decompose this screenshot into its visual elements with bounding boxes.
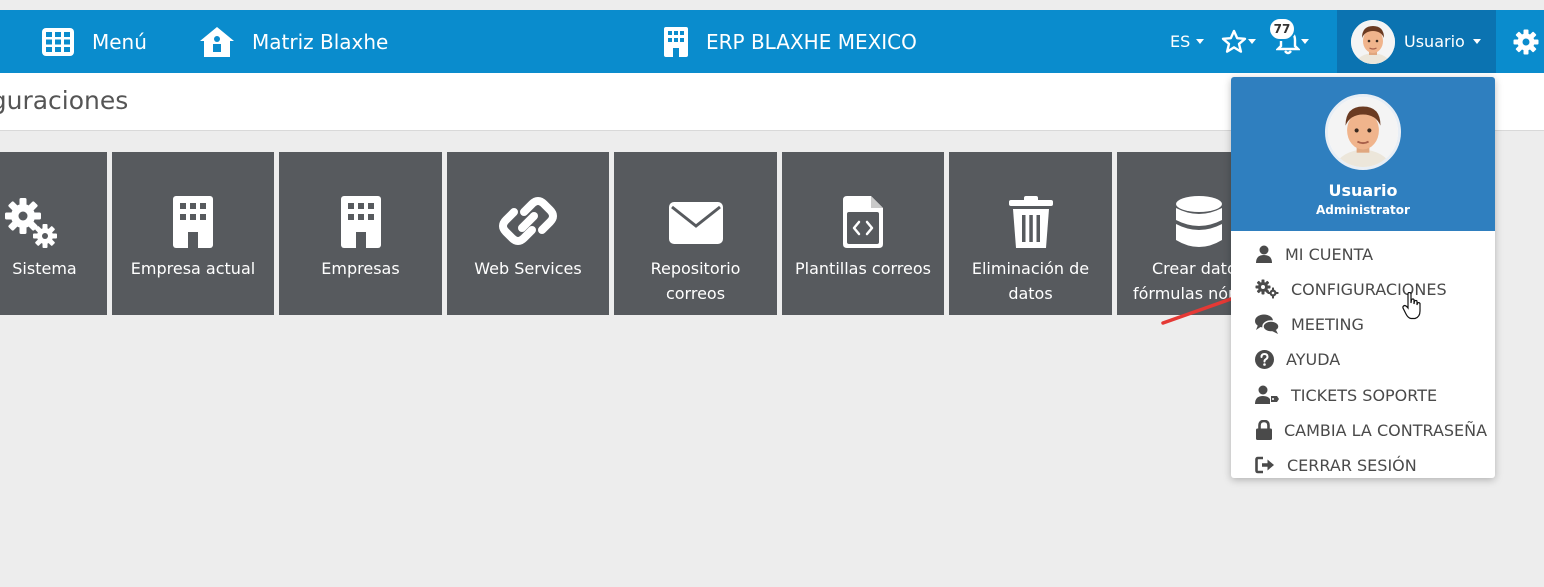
top-navbar: Menú Matriz Blaxhe ERP BLAXHE MEXICO ES	[0, 10, 1544, 73]
tile-eliminacion-datos[interactable]: Eliminación de datos	[949, 152, 1112, 315]
tile-label: Empresas	[321, 259, 400, 278]
chevron-down-icon	[1248, 39, 1256, 44]
tile-label-line2: correos	[665, 284, 726, 303]
menu-item-label: TICKETS SOPORTE	[1291, 385, 1438, 405]
menu-button[interactable]: Menú	[42, 10, 147, 73]
building-icon	[664, 26, 688, 57]
question-circle-icon	[1255, 349, 1274, 369]
menu-label: Menú	[92, 29, 147, 54]
user-label: Usuario	[1404, 32, 1465, 51]
gears-icon	[5, 198, 58, 248]
menu-item-label: CERRAR SESIÓN	[1287, 455, 1417, 475]
home-button[interactable]: Matriz Blaxhe	[199, 10, 388, 73]
menu-item-label: MEETING	[1291, 314, 1364, 334]
menu-item-meeting[interactable]: MEETING	[1255, 312, 1364, 336]
tile-label: Plantillas correos	[795, 259, 931, 278]
tile-label-line1: Eliminación de	[971, 259, 1090, 278]
code-file-icon	[843, 196, 883, 248]
gear-icon	[1513, 29, 1539, 54]
gears-icon	[1255, 279, 1279, 299]
star-icon	[1221, 29, 1247, 53]
tile-label: Repositorio correos	[614, 256, 777, 306]
tile-label-line1: Repositorio	[650, 259, 741, 278]
notification-badge: 77	[1268, 17, 1296, 41]
tile-label: Web Services	[474, 259, 582, 278]
user-tag-icon	[1255, 385, 1279, 404]
tile-label-line2: datos	[1008, 284, 1053, 303]
user-name: Usuario	[1328, 181, 1398, 200]
company-label: ERP BLAXHE MEXICO	[706, 29, 917, 54]
menu-item-label: CONFIGURACIONES	[1291, 279, 1447, 299]
user-menu-toggle[interactable]: Usuario	[1337, 10, 1496, 73]
avatar	[1325, 94, 1401, 170]
comments-icon	[1255, 314, 1279, 334]
menu-item-label: CAMBIA LA CONTRASEÑA	[1284, 420, 1488, 440]
menu-item-cerrar-sesion[interactable]: CERRAR SESIÓN	[1255, 453, 1417, 477]
home-label: Matriz Blaxhe	[252, 29, 389, 54]
menu-item-label: MI CUENTA	[1285, 244, 1374, 264]
chevron-down-icon	[1196, 39, 1205, 44]
company-button[interactable]: ERP BLAXHE MEXICO	[664, 10, 917, 73]
user-role: Administrator	[1316, 203, 1410, 217]
tile-empresa-actual[interactable]: Empresa actual	[112, 152, 274, 315]
trash-icon	[1008, 196, 1053, 248]
link-icon	[499, 197, 557, 245]
hand-cursor-icon	[1402, 292, 1421, 320]
tile-label: Eliminación de datos	[949, 256, 1112, 306]
tile-empresas[interactable]: Empresas	[279, 152, 442, 315]
menu-item-label: AYUDA	[1286, 349, 1341, 369]
language-label: ES	[1170, 32, 1191, 51]
user-dropdown-header: Usuario Administrator	[1231, 77, 1495, 231]
language-selector[interactable]: ES	[1170, 10, 1205, 73]
settings-button[interactable]	[1513, 10, 1539, 73]
tile-label: Empresa actual	[130, 259, 256, 278]
envelope-icon	[668, 202, 723, 244]
grid-icon	[42, 27, 74, 56]
tile-label-line2: fórmulas nóm	[1133, 284, 1244, 303]
tile-repositorio-correos[interactable]: Repositorio correos	[614, 152, 777, 315]
chevron-down-icon	[1301, 39, 1309, 44]
user-icon	[1256, 245, 1272, 263]
building-icon	[340, 196, 381, 248]
database-icon	[1175, 196, 1222, 247]
tile-web-services[interactable]: Web Services	[447, 152, 609, 315]
chevron-down-icon	[1472, 39, 1481, 44]
avatar	[1351, 19, 1395, 64]
favorites-button[interactable]	[1221, 10, 1256, 73]
lock-icon	[1256, 420, 1272, 440]
tile-sistema[interactable]: Sistema	[0, 152, 107, 315]
sign-out-icon	[1255, 456, 1274, 474]
menu-item-cambia-contrasena[interactable]: CAMBIA LA CONTRASEÑA	[1255, 418, 1487, 442]
building-icon	[173, 196, 213, 248]
home-icon	[200, 26, 234, 57]
menu-item-tickets-soporte[interactable]: TICKETS SOPORTE	[1255, 383, 1437, 407]
tile-label: Sistema	[12, 259, 77, 278]
tile-plantillas-correos[interactable]: Plantillas correos	[782, 152, 944, 315]
page-title: figuraciones	[0, 86, 129, 115]
user-dropdown-menu: Usuario Administrator MI CUENTA CONFIGUR	[1231, 77, 1495, 478]
menu-item-mi-cuenta[interactable]: MI CUENTA	[1255, 242, 1373, 266]
menu-item-ayuda[interactable]: AYUDA	[1255, 347, 1340, 371]
